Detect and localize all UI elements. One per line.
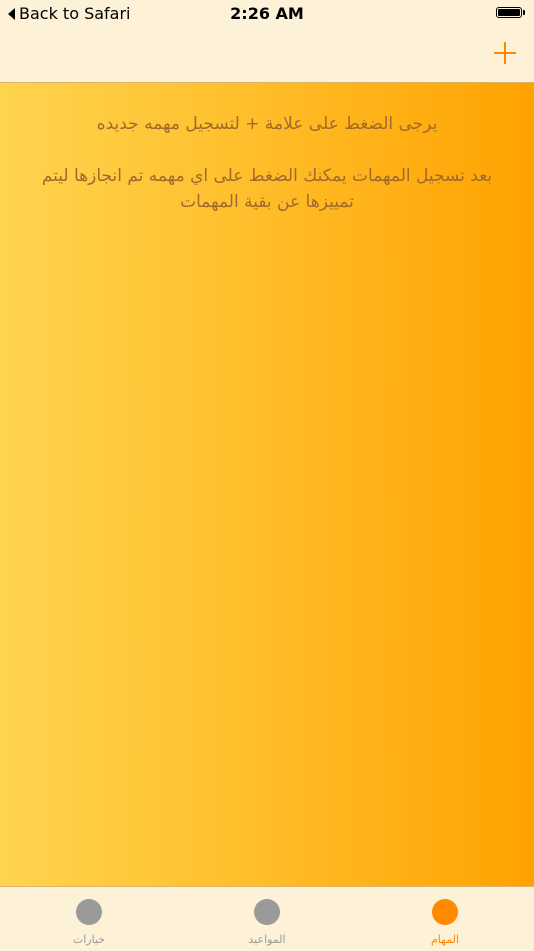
navigation-bar <box>0 28 534 83</box>
appointments-dot-icon <box>254 899 280 925</box>
tasks-content: يرجى الضغط على علامة + لتسجيل مهمه جديده… <box>0 83 534 886</box>
add-task-instruction: يرجى الضغط على علامة + لتسجيل مهمه جديده <box>96 114 438 134</box>
tab-appointments[interactable]: المواعيد <box>178 887 356 951</box>
battery-icon <box>496 7 526 20</box>
add-task-button[interactable] <box>490 38 520 68</box>
tab-tasks-label: المهام <box>431 933 459 946</box>
tab-options[interactable]: خيارات <box>0 887 178 951</box>
tab-tasks[interactable]: المهام <box>356 887 534 951</box>
status-time: 2:26 AM <box>230 4 304 23</box>
options-dot-icon <box>76 899 102 925</box>
status-bar: Back to Safari 2:26 AM <box>0 0 534 28</box>
tasks-dot-icon <box>432 899 458 925</box>
tab-options-label: خيارات <box>72 933 106 946</box>
tab-appointments-label: المواعيد <box>248 933 286 946</box>
mark-done-instruction: بعد تسجيل المهمات يمكنك الضغط على اي مهم… <box>41 166 493 212</box>
tab-bar: خيارات المواعيد المهام <box>0 886 534 951</box>
